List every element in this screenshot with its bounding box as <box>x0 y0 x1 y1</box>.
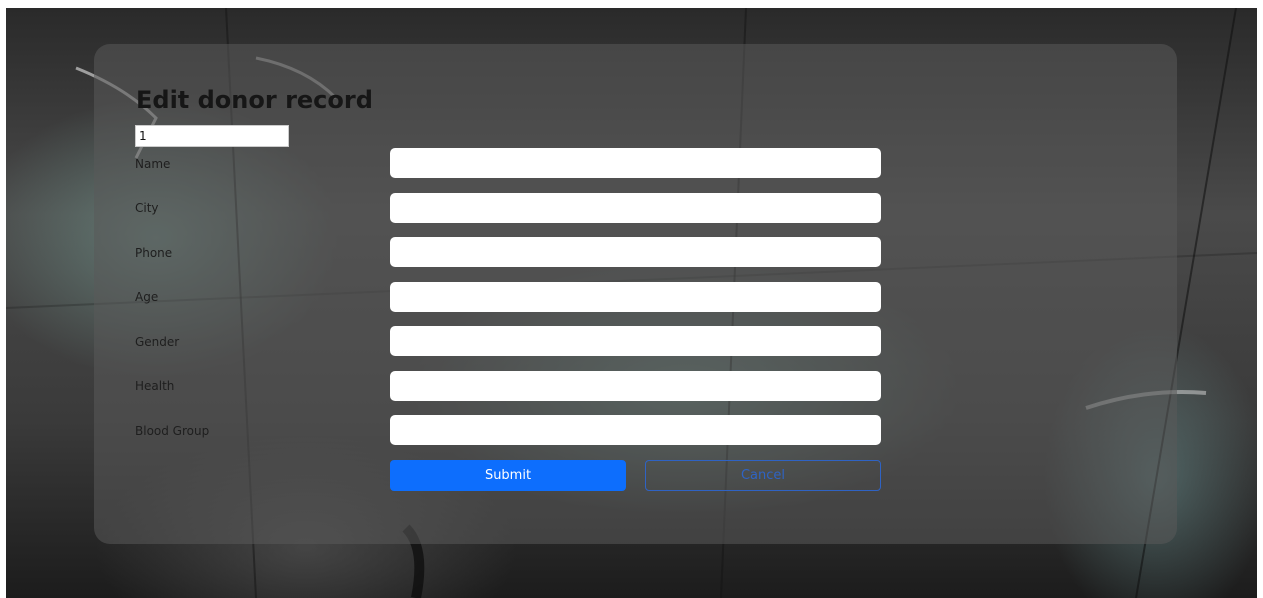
blood-group-label: Blood Group <box>135 424 210 438</box>
age-label: Age <box>135 290 159 304</box>
city-label: City <box>135 201 159 215</box>
name-label: Name <box>135 157 171 171</box>
age-input[interactable] <box>390 282 881 312</box>
name-input[interactable] <box>390 148 881 178</box>
phone-label: Phone <box>135 246 173 260</box>
phone-input[interactable] <box>390 237 881 267</box>
gender-label: Gender <box>135 335 180 349</box>
health-label: Health <box>135 379 175 393</box>
blood-group-input[interactable] <box>390 415 881 445</box>
page-title: Edit donor record <box>136 86 373 114</box>
submit-button[interactable]: Submit <box>390 460 626 491</box>
city-input[interactable] <box>390 193 881 223</box>
cancel-button[interactable]: Cancel <box>645 460 881 491</box>
record-id-input[interactable] <box>135 125 289 147</box>
gender-input[interactable] <box>390 326 881 356</box>
health-input[interactable] <box>390 371 881 401</box>
